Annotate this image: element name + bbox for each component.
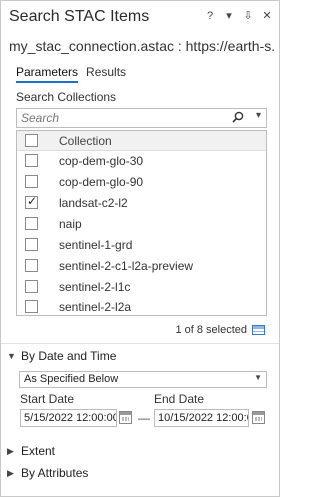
collection-list: Collection cop-dem-glo-30 cop-dem-glo-90… [16, 130, 267, 316]
calendar-icon[interactable] [252, 411, 265, 424]
date-time-section-header[interactable]: ▼ By Date and Time [7, 349, 116, 363]
section-divider [1, 343, 279, 344]
pane-controls: ? ▾ ⇩ ✕ [204, 9, 273, 23]
collection-checkbox[interactable] [25, 217, 38, 230]
chevron-right-icon: ▶ [7, 467, 14, 478]
options-menu-icon[interactable]: ▾ [223, 9, 235, 23]
chevron-down-icon: ▼ [254, 373, 262, 382]
help-icon[interactable]: ? [204, 9, 216, 23]
collection-list-header: Collection [17, 131, 266, 151]
selection-count: 1 of 8 selected [175, 324, 247, 336]
collection-label: sentinel-2-c1-l2a-preview [59, 259, 194, 273]
collection-checkbox[interactable] [25, 154, 38, 167]
pane-title-bar: Search STAC Items ? ▾ ⇩ ✕ [1, 1, 279, 33]
list-item[interactable]: cop-dem-glo-90 [17, 173, 266, 191]
list-item[interactable]: cop-dem-glo-30 [17, 152, 266, 170]
extent-section-label: Extent [21, 444, 56, 458]
calendar-icon[interactable] [119, 411, 132, 424]
date-mode-value: As Specified Below [24, 373, 119, 385]
collection-checkbox[interactable] [25, 259, 38, 272]
search-stac-items-pane: Search STAC Items ? ▾ ⇩ ✕ my_stac_connec… [0, 0, 280, 497]
list-item[interactable]: sentinel-1-grd [17, 236, 266, 254]
pane-title: Search STAC Items [9, 8, 150, 25]
collection-checkbox[interactable] [25, 300, 38, 313]
start-date-field[interactable]: 5/15/2022 12:00:00 [20, 409, 117, 427]
end-date-value: 10/15/2022 12:00:00 [158, 412, 249, 424]
date-range-dash: — [138, 411, 150, 425]
search-collections-label: Search Collections [16, 90, 117, 104]
collection-search-input[interactable] [17, 109, 227, 127]
close-icon[interactable]: ✕ [261, 9, 273, 23]
collection-checkbox[interactable] [25, 194, 38, 209]
collection-checkbox[interactable] [25, 280, 38, 293]
pane-tabs: Parameters Results [16, 65, 126, 83]
collection-label: sentinel-2-l1c [59, 280, 131, 294]
list-item[interactable]: landsat-c2-l2 [17, 194, 266, 212]
list-item[interactable]: sentinel-2-c1-l2a-preview [17, 257, 266, 275]
collection-label: sentinel-1-grd [59, 238, 133, 252]
table-view-icon[interactable] [252, 325, 265, 335]
collection-column-header: Collection [59, 134, 112, 148]
search-icon[interactable] [232, 111, 244, 128]
end-date-label: End Date [154, 392, 205, 406]
collection-checkbox[interactable] [25, 238, 38, 251]
chevron-down-icon: ▼ [7, 351, 16, 361]
tab-results[interactable]: Results [86, 65, 126, 83]
tab-parameters[interactable]: Parameters [16, 65, 79, 83]
collection-label: cop-dem-glo-30 [59, 154, 144, 168]
end-date-field[interactable]: 10/15/2022 12:00:00 [154, 409, 249, 427]
collection-search-box: ▾ [16, 108, 267, 128]
date-time-section-label: By Date and Time [21, 349, 117, 363]
collection-label: cop-dem-glo-90 [59, 175, 144, 189]
extent-section-header[interactable]: ▶ Extent [7, 444, 55, 458]
collection-label: sentinel-2-l2a [59, 300, 132, 314]
list-item[interactable]: naip [17, 215, 266, 233]
selection-status: 1 of 8 selected [175, 324, 265, 336]
attributes-section-header[interactable]: ▶ By Attributes [7, 466, 88, 480]
list-item[interactable]: sentinel-2-l1c [17, 278, 266, 296]
search-options-chevron-icon[interactable]: ▾ [256, 110, 261, 121]
pin-icon[interactable]: ⇩ [242, 9, 254, 23]
connection-label: my_stac_connection.astac : https://earth… [9, 38, 274, 54]
select-all-checkbox[interactable] [25, 134, 38, 147]
chevron-right-icon: ▶ [7, 445, 14, 456]
date-mode-dropdown[interactable]: As Specified Below ▼ [19, 371, 267, 388]
attributes-section-label: By Attributes [21, 466, 89, 480]
start-date-label: Start Date [20, 392, 75, 406]
collection-label: landsat-c2-l2 [59, 196, 128, 210]
collection-checkbox[interactable] [25, 175, 38, 188]
start-date-value: 5/15/2022 12:00:00 [24, 412, 117, 424]
collection-label: naip [59, 217, 82, 231]
list-item[interactable]: sentinel-2-l2a [17, 298, 266, 316]
